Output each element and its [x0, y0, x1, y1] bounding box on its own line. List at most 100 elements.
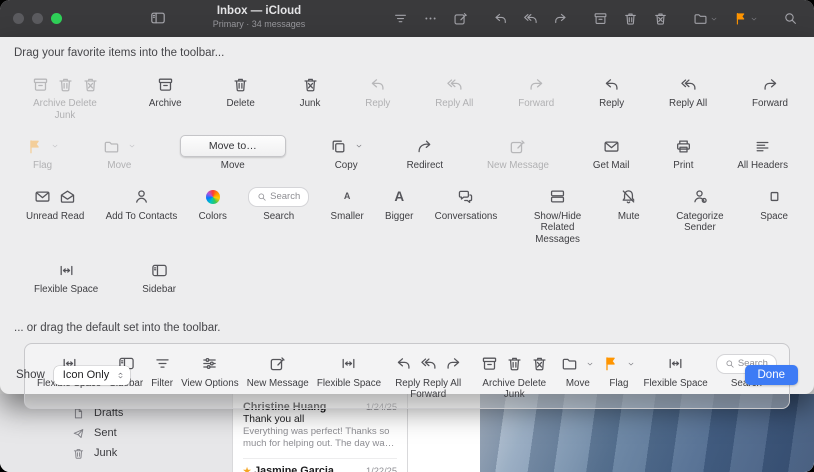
- palette-item-get-mail[interactable]: Get Mail: [593, 135, 629, 172]
- palette-item-label: Move: [221, 160, 245, 172]
- palette-item-icons: [26, 135, 59, 157]
- palette-item-label: Reply All: [669, 98, 707, 110]
- archive-icon: [32, 76, 49, 93]
- palette-item-search[interactable]: SearchSearch: [248, 186, 309, 223]
- palette-item-icons: A: [394, 186, 404, 208]
- show-style-popup[interactable]: Icon Only: [54, 366, 130, 385]
- palette-item-copy[interactable]: Copy: [330, 135, 363, 172]
- filter-button[interactable]: [393, 11, 408, 26]
- junk-button[interactable]: [653, 11, 668, 26]
- palette-item-label: Redirect: [407, 160, 443, 172]
- archive-button[interactable]: [593, 11, 608, 26]
- palette-item-reply[interactable]: Reply: [365, 73, 390, 110]
- palette-item-smaller[interactable]: ASmaller: [331, 186, 364, 223]
- reply-all-button[interactable]: [523, 11, 538, 26]
- palette-row: Flag Move Move to… Move Copy Redirect New Mess…: [0, 135, 814, 172]
- minimize-button[interactable]: [32, 13, 43, 24]
- palette-item-label: Get Mail: [593, 160, 629, 172]
- done-button[interactable]: Done: [745, 365, 799, 385]
- zoom-button[interactable]: [51, 13, 62, 24]
- more-button[interactable]: [423, 11, 438, 26]
- palette-item-reply-all[interactable]: Reply All: [669, 73, 707, 110]
- palette-item-show-hide-related-messages[interactable]: Show/Hide Related Messages: [519, 186, 597, 246]
- palette-item-flexible-space[interactable]: Flexible Space: [34, 259, 98, 296]
- flag-button[interactable]: [733, 11, 758, 26]
- show-label: Show: [16, 369, 45, 381]
- palette-item-forward[interactable]: Forward: [752, 73, 788, 110]
- trash-button[interactable]: [623, 11, 638, 26]
- palette-item-label: Colors: [199, 211, 227, 223]
- message-row[interactable]: ★ Jasmine Garcia 1/22/25: [243, 458, 397, 472]
- sidebar-toggle-icon[interactable]: [150, 10, 166, 31]
- palette-item-icons: [157, 73, 174, 95]
- sidebar-item-junk[interactable]: Junk: [0, 443, 232, 463]
- mute-icon: [620, 188, 637, 205]
- window-title: Inbox — iCloud: [184, 5, 334, 17]
- chevron-down-icon: [750, 15, 758, 23]
- forward-button[interactable]: [553, 11, 568, 26]
- palette-item-conversations[interactable]: Conversations: [435, 186, 498, 223]
- toolbar-icon-group: [783, 11, 798, 26]
- palette-item-sidebar[interactable]: Sidebar: [142, 259, 176, 296]
- palette-item-unread-read[interactable]: Unread Read: [26, 186, 84, 223]
- chevron-up-down-icon: [116, 371, 125, 380]
- palette-item-label: Space: [760, 211, 788, 223]
- palette-item-reply[interactable]: Reply: [599, 73, 624, 110]
- junk-icon: [302, 76, 319, 93]
- palette-item-all-headers[interactable]: All Headers: [737, 135, 788, 172]
- space-icon: [766, 188, 783, 205]
- search-field[interactable]: Search: [248, 187, 309, 207]
- palette-item-add-to-contacts[interactable]: Add To Contacts: [106, 186, 178, 223]
- search-button[interactable]: [783, 11, 798, 26]
- reply-icon: [493, 11, 508, 26]
- palette-item-mute[interactable]: Mute: [618, 186, 640, 223]
- archive-icon: [593, 11, 608, 26]
- move-to-button[interactable]: Move to…: [180, 135, 286, 157]
- close-button[interactable]: [13, 13, 24, 24]
- message-date: 1/22/25: [366, 466, 397, 472]
- palette-item-bigger[interactable]: ABigger: [385, 186, 413, 223]
- show-style-value: Icon Only: [63, 369, 109, 381]
- compose-icon: [509, 138, 526, 155]
- reply-all-icon: [680, 76, 697, 93]
- reply-icon: [369, 76, 386, 93]
- palette-item-icons: [416, 135, 433, 157]
- reply-all-icon: [523, 11, 538, 26]
- palette-item-archive[interactable]: Archive: [149, 73, 182, 110]
- sidebar-item-sent[interactable]: Sent: [0, 423, 232, 443]
- chevron-down-icon: [710, 15, 718, 23]
- palette-item-move[interactable]: Move to… Move: [180, 135, 286, 172]
- message-sender: ★ Jasmine Garcia: [243, 465, 334, 472]
- palette-item-colors[interactable]: Colors: [199, 186, 227, 223]
- compose-button[interactable]: [453, 11, 468, 26]
- window-subtitle: Primary · 34 messages: [184, 19, 334, 29]
- reply-icon: [603, 76, 620, 93]
- palette-item-move[interactable]: Move: [103, 135, 136, 172]
- archive-icon: [157, 76, 174, 93]
- reply-button[interactable]: [493, 11, 508, 26]
- palette-item-label: Unread Read: [26, 211, 84, 223]
- palette-item-junk[interactable]: Junk: [300, 73, 321, 110]
- palette-item-archive-delete-junk[interactable]: Archive Delete Junk: [26, 73, 104, 121]
- palette-item-categorize-sender[interactable]: Categorize Sender: [661, 186, 739, 234]
- palette-item-icons: [330, 135, 363, 157]
- palette-item-forward[interactable]: Forward: [518, 73, 554, 110]
- contact-icon: [133, 188, 150, 205]
- palette-item-icons: [603, 73, 620, 95]
- trash-icon: [232, 76, 249, 93]
- palette-item-print[interactable]: Print: [673, 135, 693, 172]
- junk-icon: [82, 76, 99, 93]
- palette-item-delete[interactable]: Delete: [226, 73, 254, 110]
- trash-icon: [72, 447, 85, 460]
- toolbar-icon-group: [593, 11, 668, 26]
- palette-item-redirect[interactable]: Redirect: [407, 135, 443, 172]
- palette-item-label: Conversations: [435, 211, 498, 223]
- palette-item-flag[interactable]: Flag: [26, 135, 59, 172]
- palette-item-label: New Message: [487, 160, 549, 172]
- palette-item-reply-all[interactable]: Reply All: [435, 73, 473, 110]
- palette-item-icons: [151, 259, 168, 281]
- folder-button[interactable]: [693, 11, 718, 26]
- flag-icon: [733, 11, 748, 26]
- palette-item-space[interactable]: Space: [760, 186, 788, 223]
- palette-item-new-message[interactable]: New Message: [487, 135, 549, 172]
